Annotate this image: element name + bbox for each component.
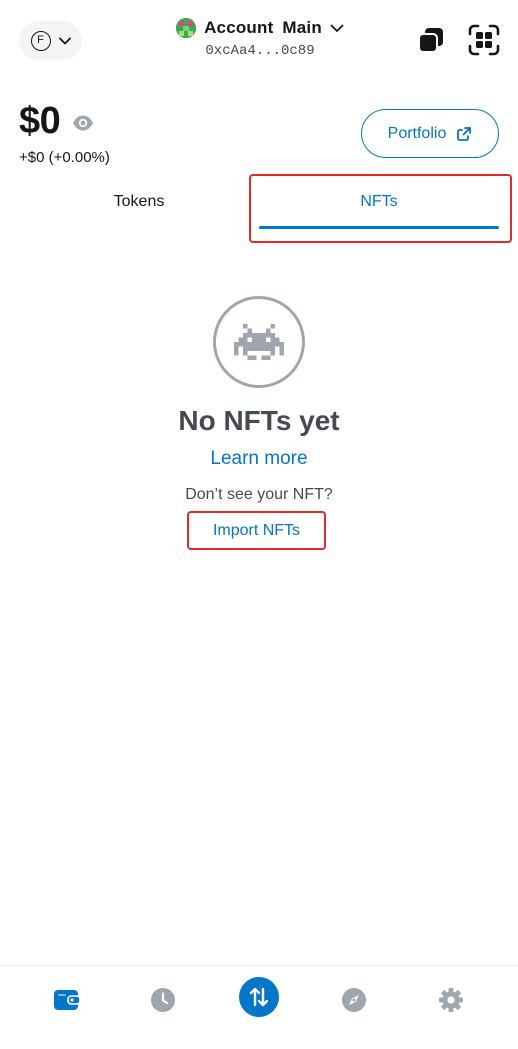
wallet-screen: F Account Main 0xcAa4...0c89 $0 +$0 (+0.… <box>0 0 518 1049</box>
clock-icon <box>151 988 175 1012</box>
account-name: Account Main <box>204 18 322 37</box>
network-selector[interactable]: F <box>19 21 82 60</box>
nav-settings[interactable] <box>431 980 471 1020</box>
account-address[interactable]: 0xcAa4...0c89 <box>150 43 370 59</box>
compass-icon <box>342 988 366 1012</box>
balance-amount: $0 <box>19 100 61 142</box>
gear-icon <box>439 988 463 1012</box>
nav-wallet[interactable] <box>47 980 87 1020</box>
nft-placeholder-icon <box>213 296 305 388</box>
copy-icon[interactable] <box>415 25 447 57</box>
balance-row: $0 <box>19 100 94 143</box>
portfolio-button[interactable]: Portfolio <box>361 109 499 158</box>
eye-icon[interactable] <box>72 112 94 134</box>
nav-swap[interactable] <box>239 977 279 1017</box>
nav-activity[interactable] <box>143 980 183 1020</box>
portfolio-label: Portfolio <box>387 124 447 142</box>
chevron-down-icon <box>330 24 344 32</box>
empty-state-title: No NFTs yet <box>178 405 340 436</box>
import-nfts-link[interactable]: Import NFTs <box>187 511 326 550</box>
swap-icon <box>249 987 269 1007</box>
chevron-down-icon <box>58 37 71 44</box>
nav-explore[interactable] <box>334 980 374 1020</box>
highlight-box-nfts-tab <box>249 174 512 243</box>
account-avatar <box>176 18 197 38</box>
learn-more-link[interactable]: Learn more <box>0 448 518 470</box>
network-badge: F <box>30 30 51 51</box>
tab-tokens[interactable]: Tokens <box>19 178 259 226</box>
qr-scan-icon[interactable] <box>467 23 501 57</box>
external-link-icon <box>457 126 472 141</box>
account-picker[interactable]: Account Main 0xcAa4...0c89 <box>150 18 370 59</box>
bottom-nav <box>0 965 518 1049</box>
import-nfts-label: Import NFTs <box>212 521 301 539</box>
empty-state-prompt: Don’t see your NFT? <box>185 486 333 503</box>
wallet-icon <box>54 990 81 1010</box>
balance-change: +$0 (+0.00%) <box>19 149 110 166</box>
